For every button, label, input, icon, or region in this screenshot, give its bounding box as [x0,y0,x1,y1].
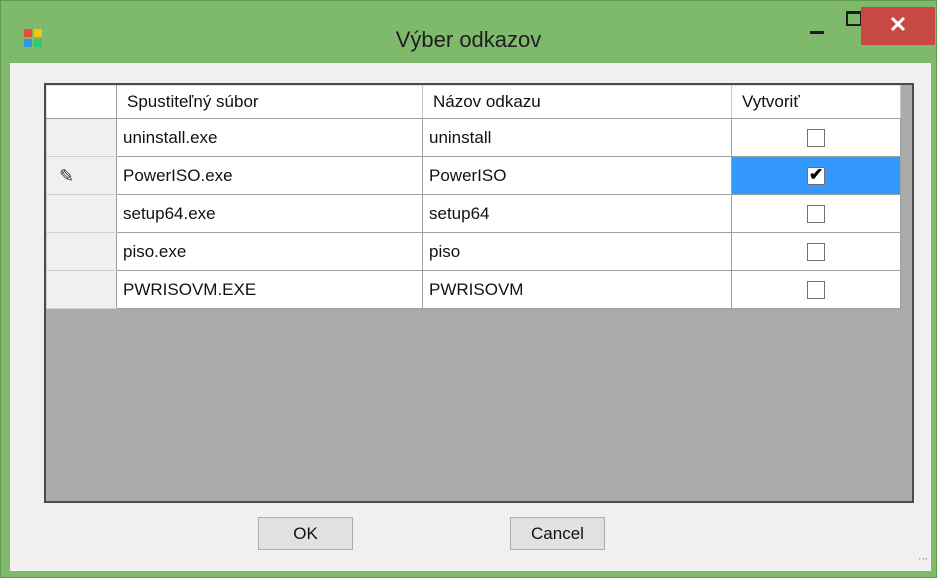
pencil-icon: ✎ [59,166,75,186]
column-header-create[interactable]: Vytvoriť [731,85,901,119]
table-row[interactable]: PWRISOVM.EXE PWRISOVM [46,270,901,309]
row-header[interactable]: ✎ [46,156,117,195]
cell-create[interactable]: ✔ [731,156,901,195]
table-row[interactable]: uninstall.exe uninstall [46,118,901,157]
grid-header-filler [900,85,912,118]
title-bar[interactable]: Výber odkazov ✕ [1,1,936,63]
cell-file[interactable]: piso.exe [116,232,423,271]
column-header-file[interactable]: Spustiteľný súbor [116,85,423,119]
shortcut-grid[interactable]: Spustiteľný súbor Názov odkazu Vytvoriť … [44,83,914,503]
cell-file[interactable]: setup64.exe [116,194,423,233]
dialog-body: Spustiteľný súbor Názov odkazu Vytvoriť … [10,63,931,571]
row-header[interactable] [46,194,117,233]
ok-button[interactable]: OK [258,517,353,550]
dialog-window: Výber odkazov ✕ Spustiteľný súbor Názov … [0,0,937,578]
cell-create[interactable] [731,118,901,157]
close-button[interactable]: ✕ [861,7,935,45]
column-header-name[interactable]: Názov odkazu [422,85,732,119]
minimize-icon [810,31,824,34]
cancel-button[interactable]: Cancel [510,517,605,550]
cell-shortcut-name[interactable]: setup64 [422,194,732,233]
create-checkbox[interactable] [807,281,825,300]
table-row[interactable]: piso.exe piso [46,232,901,271]
table-row[interactable]: ✎ PowerISO.exe PowerISO ✔ [46,156,901,195]
row-header[interactable] [46,118,117,157]
cell-shortcut-name[interactable]: uninstall [422,118,732,157]
cell-shortcut-name[interactable]: PWRISOVM [422,270,732,309]
cell-create[interactable] [731,270,901,309]
cell-shortcut-name[interactable]: PowerISO [422,156,732,195]
minimize-button[interactable] [795,1,839,41]
resize-grip[interactable]: ⠠⠤ [915,553,928,567]
create-checkbox[interactable] [807,205,825,224]
cell-create[interactable] [731,194,901,233]
cell-create[interactable] [731,232,901,271]
header-row: Spustiteľný súbor Názov odkazu Vytvoriť [46,85,901,119]
close-icon: ✕ [888,12,908,37]
create-checkbox[interactable] [807,129,825,148]
row-header[interactable] [46,232,117,271]
shortcut-table: Spustiteľný súbor Názov odkazu Vytvoriť … [46,85,901,309]
create-checkbox[interactable]: ✔ [807,165,825,186]
checkmark-icon: ✔ [809,165,824,185]
maximize-icon [846,11,862,26]
cell-shortcut-name[interactable]: piso [422,232,732,271]
cell-file[interactable]: uninstall.exe [116,118,423,157]
create-checkbox[interactable] [807,243,825,262]
row-header-corner[interactable] [46,85,117,119]
cell-file[interactable]: PWRISOVM.EXE [116,270,423,309]
row-header[interactable] [46,270,117,309]
table-row[interactable]: setup64.exe setup64 [46,194,901,233]
cell-file[interactable]: PowerISO.exe [116,156,423,195]
